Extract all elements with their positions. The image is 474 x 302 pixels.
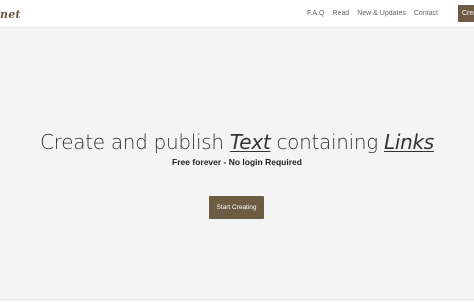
create-button[interactable]: Create: [458, 5, 474, 22]
site-logo[interactable]: net: [0, 8, 21, 21]
hero-section: Create and publish Text containing Links…: [0, 130, 474, 167]
main-nav: F.A.Q Read New & Updates Contact: [307, 10, 438, 17]
headline-text: Create and publish: [40, 130, 230, 154]
top-navbar: net F.A.Q Read New & Updates Contact Cre…: [0, 0, 474, 28]
nav-link-contact[interactable]: Contact: [414, 10, 438, 17]
hero-headline: Create and publish Text containing Links: [0, 130, 474, 154]
nav-link-read[interactable]: Read: [333, 10, 350, 17]
headline-text: containing: [270, 130, 384, 154]
divider: [0, 299, 474, 300]
nav-link-faq[interactable]: F.A.Q: [307, 10, 325, 17]
start-creating-button[interactable]: Start Creating: [209, 196, 264, 219]
hero-subtitle: Free forever - No login Required: [172, 157, 302, 167]
headline-links-emphasis: Links: [383, 130, 434, 154]
nav-link-news-updates[interactable]: New & Updates: [357, 10, 406, 17]
headline-text-emphasis: Text: [229, 130, 271, 154]
